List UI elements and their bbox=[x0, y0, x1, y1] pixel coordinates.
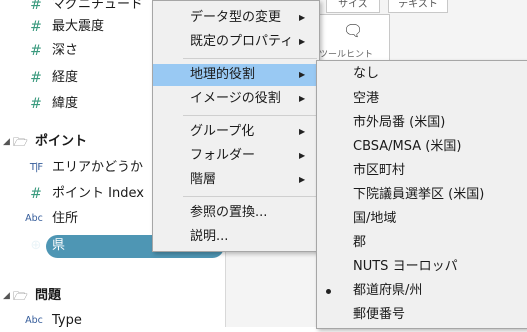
submenu-arrow-icon: ▶ bbox=[299, 127, 306, 136]
submenu-arrow-icon: ▶ bbox=[299, 175, 306, 184]
speech-bubble-icon: 🗨 bbox=[343, 21, 364, 40]
measure-icon: # bbox=[30, 70, 42, 86]
boolean-icon: T|F bbox=[29, 162, 43, 173]
menu-item-image-role[interactable]: イメージの役割 ▶ bbox=[153, 88, 319, 110]
geo-role-cbsa[interactable]: CBSA/MSA (米国) bbox=[317, 135, 527, 159]
geo-role-airport[interactable]: 空港 bbox=[317, 87, 527, 111]
text-button[interactable]: テキスト bbox=[388, 0, 448, 13]
menu-item-change-data-type[interactable]: データ型の変更 ▶ bbox=[153, 7, 319, 29]
collapse-caret-icon[interactable]: ◢ bbox=[3, 285, 10, 307]
string-icon: Abc bbox=[25, 213, 43, 224]
submenu-arrow-icon: ▶ bbox=[299, 151, 306, 160]
menu-item-folder[interactable]: フォルダー ▶ bbox=[153, 145, 319, 167]
geo-role-country[interactable]: 国/地域 bbox=[317, 207, 527, 231]
menu-item-group[interactable]: グループ化 ▶ bbox=[153, 121, 319, 143]
string-icon: Abc bbox=[25, 315, 43, 326]
geo-role-county[interactable]: 郡 bbox=[317, 231, 527, 255]
globe-icon: ⊕ bbox=[30, 238, 42, 253]
menu-item-hierarchy[interactable]: 階層 ▶ bbox=[153, 169, 319, 191]
submenu-arrow-icon: ▶ bbox=[299, 94, 306, 103]
measure-icon: # bbox=[30, 43, 42, 59]
size-button[interactable]: サイズ bbox=[326, 0, 380, 13]
submenu-arrow-icon: ▶ bbox=[299, 70, 306, 79]
tooltip-button[interactable]: 🗨 ツールヒント bbox=[316, 14, 390, 64]
measure-icon: # bbox=[30, 19, 42, 35]
geo-role-congressional-district[interactable]: 下院議員選挙区 (米国) bbox=[317, 183, 527, 207]
measure-icon: # bbox=[30, 0, 42, 13]
submenu-arrow-icon: ▶ bbox=[299, 13, 306, 22]
folder-open-icon: 🗁 bbox=[13, 135, 28, 149]
menu-item-geographic-role[interactable]: 地理的役割 ▶ bbox=[153, 64, 319, 86]
geo-role-area-code[interactable]: 市外局番 (米国) bbox=[317, 111, 527, 135]
menu-item-default-properties[interactable]: 既定のプロパティ ▶ bbox=[153, 31, 319, 53]
selected-bullet-icon bbox=[326, 289, 331, 294]
measure-icon: # bbox=[30, 96, 42, 112]
menu-separator bbox=[183, 58, 317, 59]
geo-role-city[interactable]: 市区町村 bbox=[317, 159, 527, 183]
menu-separator bbox=[183, 196, 317, 197]
geo-role-state-province[interactable]: 都道府県/州 bbox=[317, 279, 527, 303]
folder-open-icon: 🗁 bbox=[13, 289, 28, 303]
menu-separator bbox=[183, 115, 317, 116]
field-context-menu: データ型の変更 ▶ 既定のプロパティ ▶ 地理的役割 ▶ イメージの役割 ▶ グ… bbox=[152, 0, 320, 252]
submenu-arrow-icon: ▶ bbox=[299, 37, 306, 46]
geo-role-nuts-europe[interactable]: NUTS ヨーロッパ bbox=[317, 255, 527, 279]
geographic-role-submenu: なし 空港 市外局番 (米国) CBSA/MSA (米国) 市区町村 下院議員選… bbox=[316, 60, 527, 329]
geo-role-none[interactable]: なし bbox=[317, 62, 527, 86]
geo-role-zip-code[interactable]: 郵便番号 bbox=[317, 303, 527, 327]
menu-item-replace-references[interactable]: 参照の置換... bbox=[153, 202, 319, 224]
measure-icon: # bbox=[30, 186, 42, 202]
collapse-caret-icon[interactable]: ◢ bbox=[3, 131, 10, 153]
menu-item-describe[interactable]: 説明... bbox=[153, 226, 319, 248]
